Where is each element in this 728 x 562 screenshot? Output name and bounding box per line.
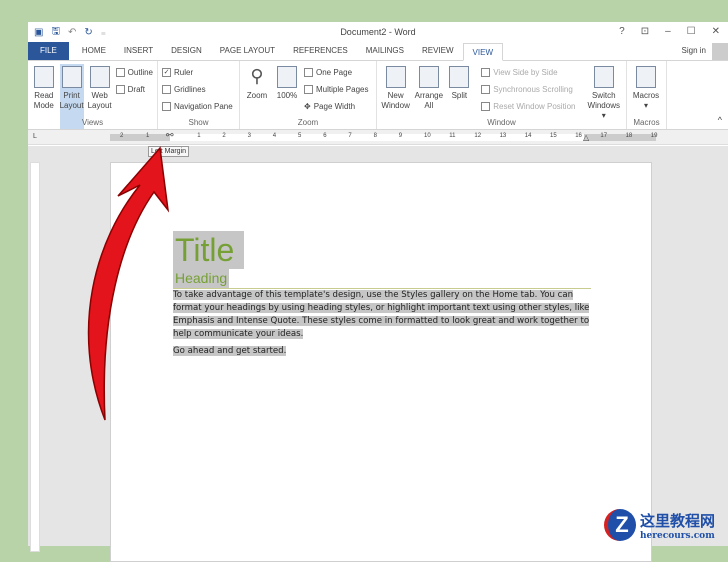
arrow-icon bbox=[87, 146, 170, 421]
watermark-cn: 这里教程网 bbox=[640, 511, 716, 530]
watermark-en: herecours.com bbox=[640, 530, 715, 541]
red-arrow-annotation bbox=[87, 146, 170, 421]
watermark: Z 这里教程网 herecours.com bbox=[580, 504, 728, 546]
watermark-logo: Z bbox=[604, 509, 636, 541]
